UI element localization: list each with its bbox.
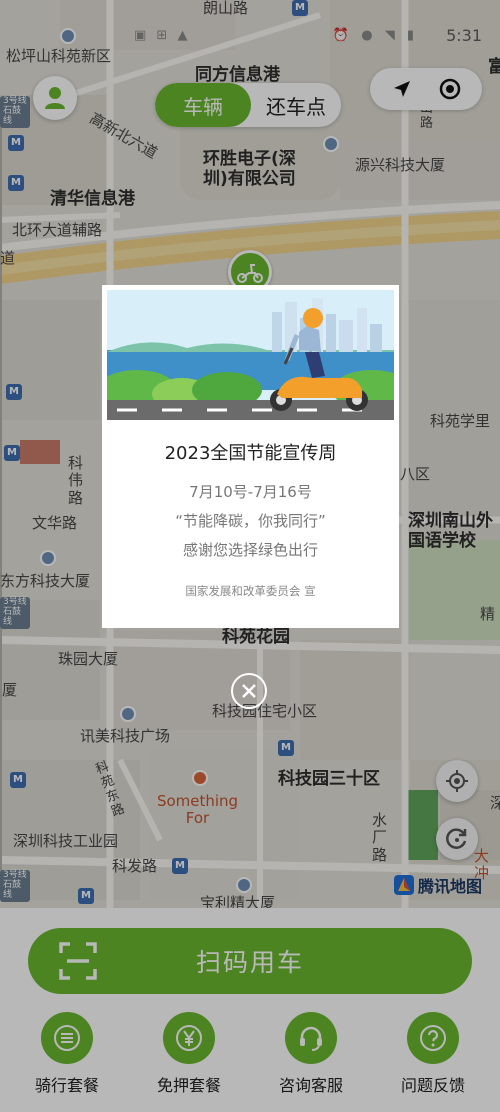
promo-modal: 2023全国节能宣传周 7月10号-7月16号 “节能降碳，你我同行” 感谢您选… xyxy=(102,285,399,628)
promo-title: 2023全国节能宣传周 xyxy=(164,443,337,464)
promo-slogan: “节能降碳，你我同行” xyxy=(175,512,326,530)
close-modal-button[interactable] xyxy=(231,673,267,709)
promo-illustration xyxy=(107,290,394,420)
promo-dates: 7月10号-7月16号 xyxy=(189,483,312,501)
promo-thanks: 感谢您选择绿色出行 xyxy=(182,541,318,559)
close-icon xyxy=(242,684,256,698)
promo-issuer: 国家发展和改革委员会 宣 xyxy=(185,584,316,598)
